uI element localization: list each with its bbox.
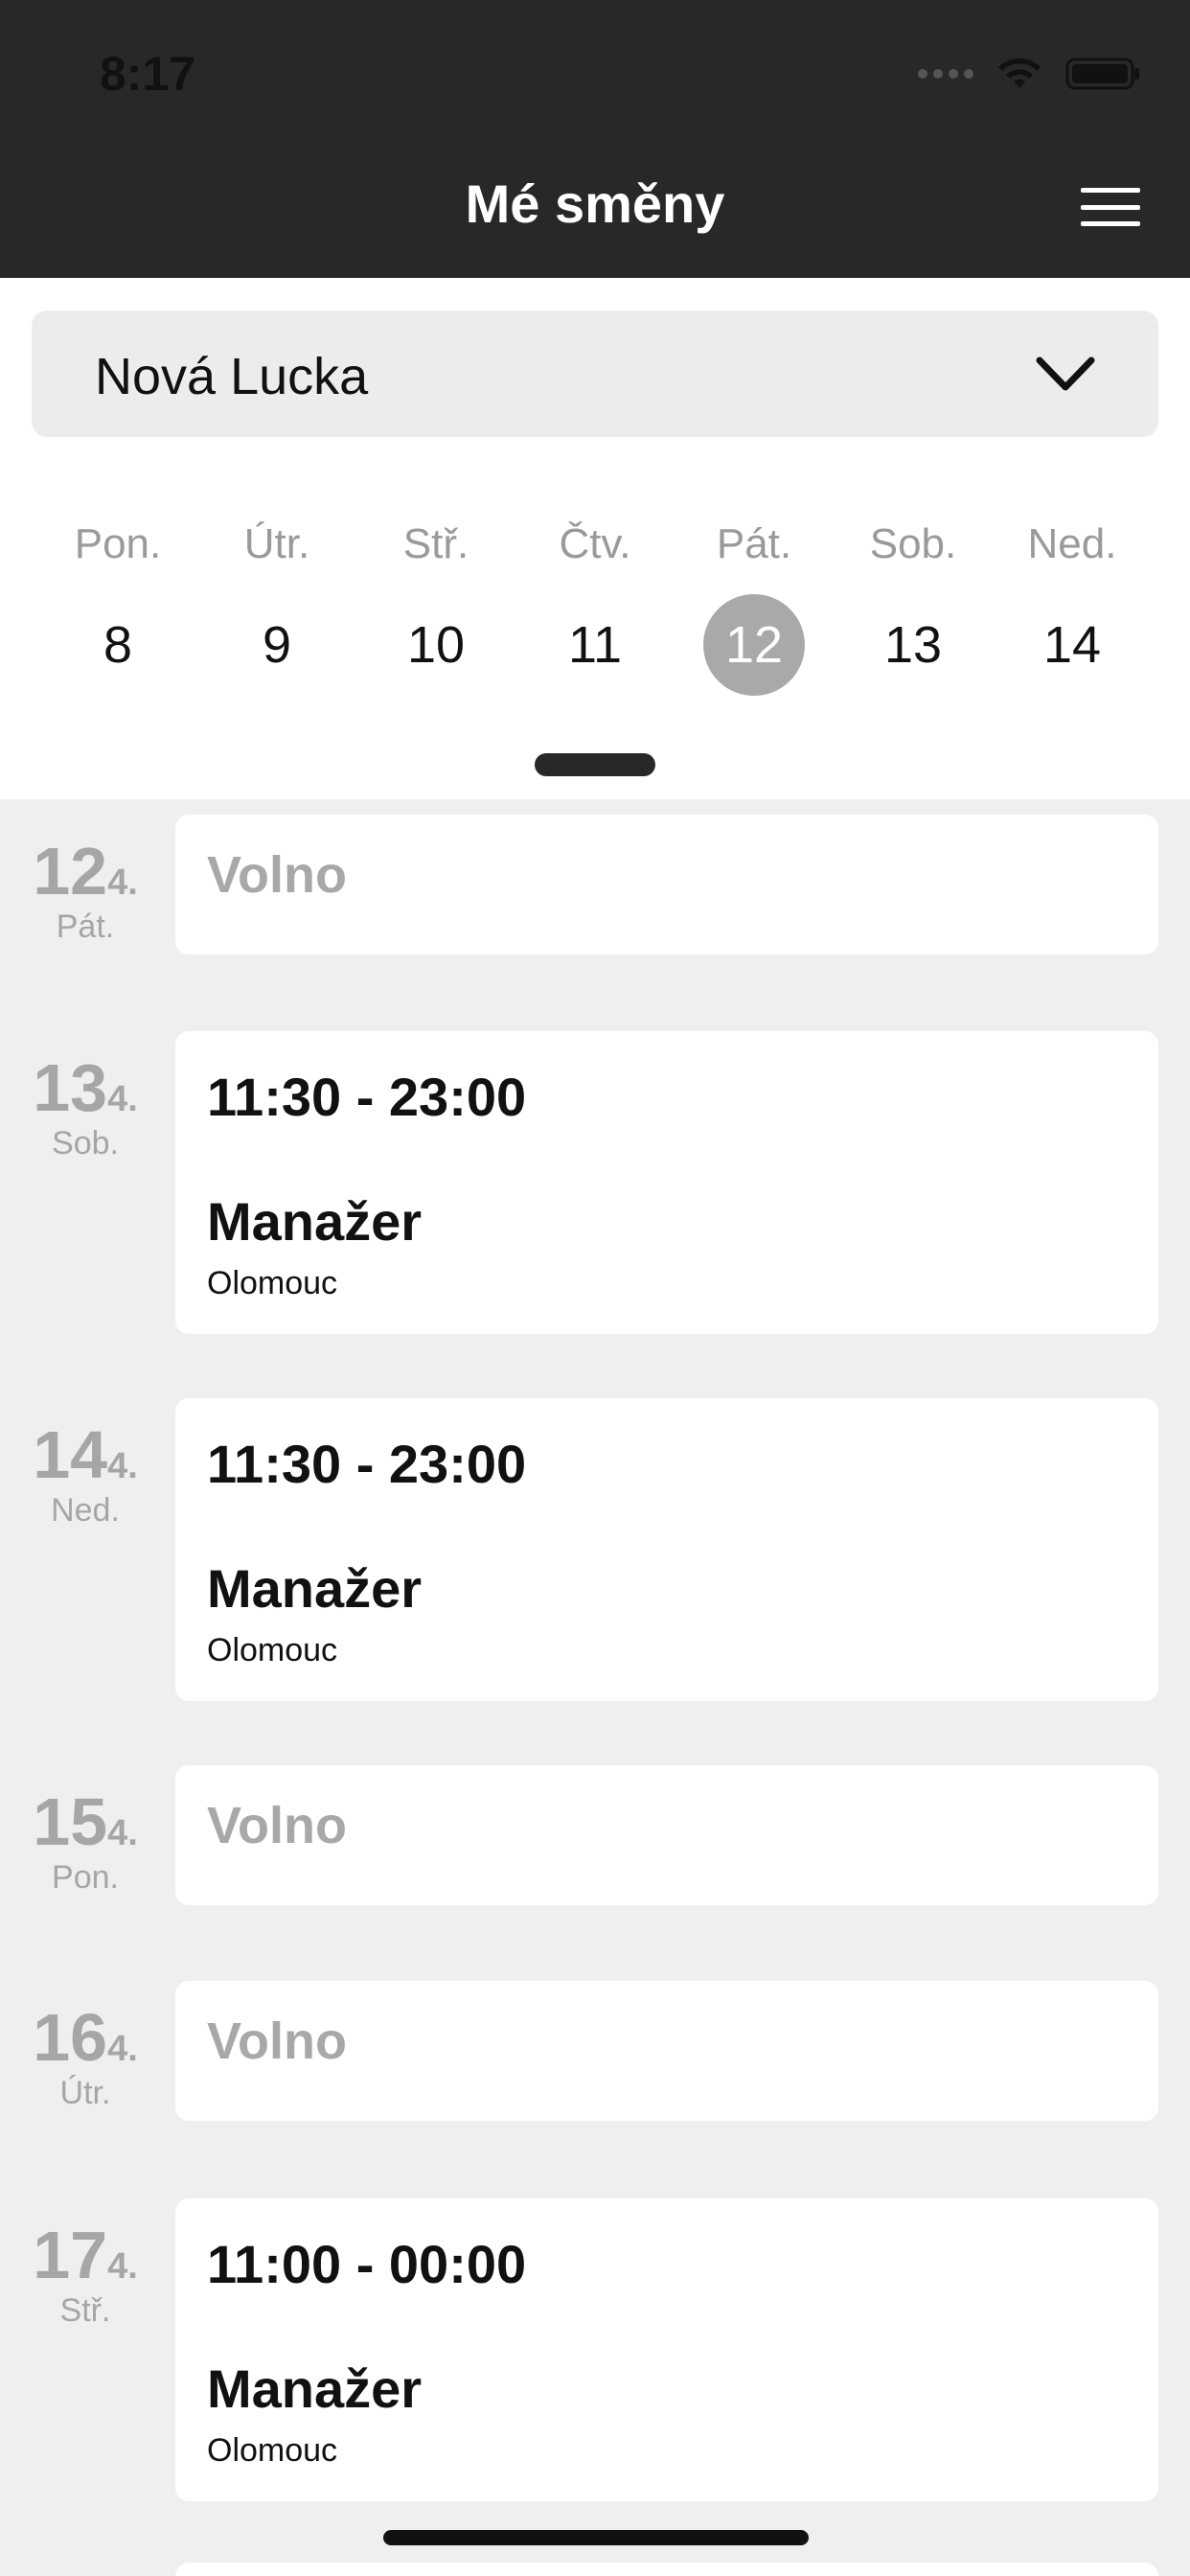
shift-place: Olomouc xyxy=(207,2432,338,2469)
shift-date: 144. Ned. xyxy=(0,1421,171,1530)
shift-time: 11:30 - 23:00 xyxy=(207,1434,527,1494)
day-number: 14 xyxy=(1042,616,1102,674)
week-panel: Nová Lucka Pon. 8 Útr. 9 Stř. 10 Čtv. 11… xyxy=(0,278,1190,799)
day-wed[interactable]: Stř. 10 xyxy=(364,516,508,696)
date-month: 4. xyxy=(107,1446,138,1486)
day-sat[interactable]: Sob. 13 xyxy=(841,516,985,696)
date-weekday: Stř. xyxy=(59,2292,111,2329)
week-strip: Pon. 8 Útr. 9 Stř. 10 Čtv. 11 Pát. 12 So… xyxy=(46,516,1144,696)
day-name: Pon. xyxy=(74,520,162,567)
day-number: 13 xyxy=(883,616,943,674)
drag-handle[interactable] xyxy=(535,753,655,776)
day-number: 9 xyxy=(262,616,292,674)
day-name: Ned. xyxy=(1027,520,1117,567)
status-time: 8:17 xyxy=(100,47,196,101)
date-day: 16 xyxy=(33,2000,108,2075)
date-weekday: Sob. xyxy=(52,1125,119,1162)
shift-time: 11:00 - 00:00 xyxy=(207,2234,527,2294)
shift-card[interactable]: 11:30 - 23:00 Manažer Olomouc xyxy=(175,1031,1158,1334)
shift-card[interactable]: 11:30 - 23:00 Manažer Olomouc xyxy=(175,1398,1158,1701)
date-month: 4. xyxy=(107,862,138,903)
home-indicator[interactable] xyxy=(383,2530,809,2545)
date-day: 15 xyxy=(33,1784,108,1859)
employee-select-value: Nová Lucka xyxy=(95,348,369,405)
shift-card[interactable]: Volno xyxy=(175,1765,1158,1905)
shift-date: 174. Stř. xyxy=(0,2221,171,2330)
day-number: 11 xyxy=(567,616,623,674)
day-fri[interactable]: Pát. 12 xyxy=(682,516,826,696)
date-day: 17 xyxy=(33,2218,108,2292)
hamburger-menu-icon[interactable] xyxy=(1081,188,1140,226)
free-day-label: Volno xyxy=(207,1797,347,1854)
free-day-label: Volno xyxy=(207,2012,347,2070)
date-day: 14 xyxy=(33,1417,108,1492)
shift-card-partial[interactable] xyxy=(175,2563,1158,2576)
date-weekday: Pon. xyxy=(52,1859,119,1896)
shift-place: Olomouc xyxy=(207,1265,338,1301)
shift-role: Manažer xyxy=(207,1558,423,1619)
date-month: 4. xyxy=(107,2246,138,2287)
day-number: 8 xyxy=(103,616,133,674)
day-thu[interactable]: Čtv. 11 xyxy=(523,516,667,696)
shift-role: Manažer xyxy=(207,1191,423,1252)
employee-select[interactable]: Nová Lucka xyxy=(32,310,1158,437)
date-weekday: Útr. xyxy=(59,2075,111,2111)
wifi-icon xyxy=(998,58,1041,88)
free-day-label: Volno xyxy=(207,846,347,904)
day-mon[interactable]: Pon. 8 xyxy=(46,516,190,696)
day-number-selected: 12 xyxy=(703,594,805,696)
date-weekday: Ned. xyxy=(51,1492,120,1529)
date-day: 13 xyxy=(33,1050,108,1125)
app-header: 8:17 Mé směny xyxy=(0,0,1190,278)
day-name: Pát. xyxy=(716,520,792,567)
battery-icon xyxy=(1065,58,1139,90)
day-number: 10 xyxy=(406,616,466,674)
day-sun[interactable]: Ned. 14 xyxy=(1000,516,1144,696)
day-name: Stř. xyxy=(402,520,469,567)
shift-role: Manažer xyxy=(207,2358,423,2419)
shift-date: 164. Útr. xyxy=(0,2004,171,2112)
date-day: 12 xyxy=(33,834,108,908)
shift-date: 124. Pát. xyxy=(0,838,171,946)
shift-card[interactable]: Volno xyxy=(175,815,1158,954)
date-month: 4. xyxy=(107,2029,138,2069)
status-icons xyxy=(918,56,1142,92)
date-weekday: Pát. xyxy=(56,908,115,945)
shift-time: 11:30 - 23:00 xyxy=(207,1067,527,1127)
day-name: Sob. xyxy=(869,520,957,567)
page-title: Mé směny xyxy=(465,173,725,234)
shift-place: Olomouc xyxy=(207,1632,338,1668)
shift-date: 154. Pon. xyxy=(0,1788,171,1897)
shift-card[interactable]: Volno xyxy=(175,1981,1158,2121)
shift-date: 134. Sob. xyxy=(0,1054,171,1162)
shift-card[interactable]: 11:00 - 00:00 Manažer Olomouc xyxy=(175,2198,1158,2501)
day-name: Útr. xyxy=(243,520,310,567)
day-name: Čtv. xyxy=(559,520,631,567)
chevron-down-icon xyxy=(1036,356,1095,391)
date-month: 4. xyxy=(107,1079,138,1119)
signal-icon xyxy=(918,69,973,79)
day-tue[interactable]: Útr. 9 xyxy=(205,516,349,696)
date-month: 4. xyxy=(107,1813,138,1853)
